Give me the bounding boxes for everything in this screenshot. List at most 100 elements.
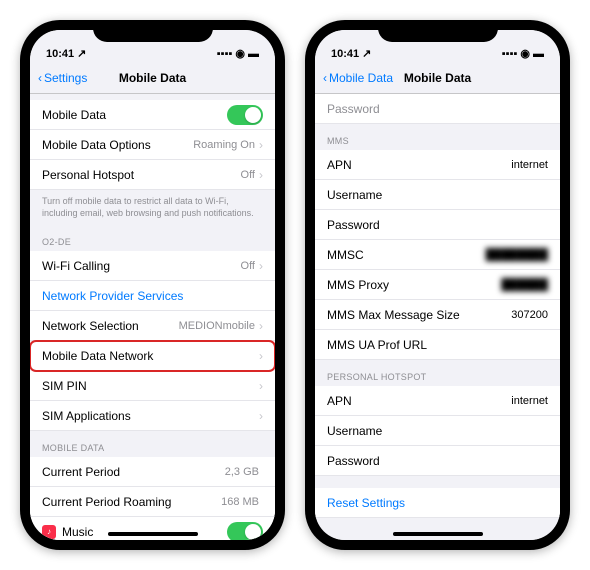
apn-value: internet [511, 395, 548, 407]
location-icon: ↗ [77, 47, 86, 60]
phone-left: 10:41 ↗ ▪▪▪▪ ◉ ▬ ‹ Settings Mobile Data … [20, 20, 285, 550]
roaming-value: 168 MB [221, 496, 259, 508]
mms-username-cell[interactable]: Username [315, 180, 560, 210]
screen-left: 10:41 ↗ ▪▪▪▪ ◉ ▬ ‹ Settings Mobile Data … [30, 30, 275, 540]
options-value: Roaming On [193, 139, 255, 151]
back-button[interactable]: ‹ Settings [38, 71, 87, 85]
mobile-data-group-label: MOBILE DATA [30, 431, 275, 457]
hotspot-label: Personal Hotspot [42, 168, 134, 182]
mobile-data-label: Mobile Data [42, 108, 106, 122]
apn-label: APN [327, 158, 352, 172]
mms-max-cell[interactable]: MMS Max Message Size 307200 [315, 300, 560, 330]
back-label: Mobile Data [329, 71, 393, 85]
current-period-roaming-cell[interactable]: Current Period Roaming 168 MB [30, 487, 275, 517]
mms-apn-cell[interactable]: APN internet [315, 150, 560, 180]
music-icon: ♪ [42, 525, 56, 539]
roaming-label: Current Period Roaming [42, 495, 171, 509]
nav-bar: ‹ Mobile Data Mobile Data [315, 62, 560, 94]
mms-proxy-cell[interactable]: MMS Proxy ██████ [315, 270, 560, 300]
wifi-calling-value: Off [241, 260, 255, 272]
content-right[interactable]: Password MMS APN internet Username Passw… [315, 94, 560, 540]
chevron-right-icon: › [259, 168, 263, 182]
wifi-calling-cell[interactable]: Wi-Fi Calling Off › [30, 251, 275, 281]
password-label: Password [327, 454, 380, 468]
page-title: Mobile Data [119, 71, 186, 85]
personal-hotspot-group-label: PERSONAL HOTSPOT [315, 360, 560, 386]
provider-services-label: Network Provider Services [42, 289, 183, 303]
help-text: Turn off mobile data to restrict all dat… [30, 190, 275, 225]
current-period-label: Current Period [42, 465, 120, 479]
chevron-left-icon: ‹ [38, 71, 42, 85]
network-selection-cell[interactable]: Network Selection MEDIONmobile › [30, 311, 275, 341]
hotspot-value: Off [241, 169, 255, 181]
sim-pin-cell[interactable]: SIM PIN › [30, 371, 275, 401]
wifi-icon: ◉ [520, 47, 530, 60]
current-period-cell[interactable]: Current Period 2,3 GB [30, 457, 275, 487]
mms-ua-cell[interactable]: MMS UA Prof URL [315, 330, 560, 360]
network-selection-value: MEDIONmobile [179, 320, 255, 332]
mms-group-label: MMS [315, 124, 560, 150]
password-cell-partial[interactable]: Password [315, 94, 560, 124]
back-label: Settings [44, 71, 87, 85]
notch [93, 20, 213, 42]
mobile-data-toggle[interactable] [227, 105, 263, 125]
sim-apps-cell[interactable]: SIM Applications › [30, 401, 275, 431]
home-indicator[interactable] [108, 532, 198, 536]
provider-services-cell[interactable]: Network Provider Services [30, 281, 275, 311]
notch [378, 20, 498, 42]
username-label: Username [327, 188, 382, 202]
signal-icon: ▪▪▪▪ [217, 48, 233, 60]
chevron-right-icon: › [259, 379, 263, 393]
location-icon: ↗ [362, 47, 371, 60]
phone-right: 10:41 ↗ ▪▪▪▪ ◉ ▬ ‹ Mobile Data Mobile Da… [305, 20, 570, 550]
mms-max-label: MMS Max Message Size [327, 308, 460, 322]
wifi-icon: ◉ [235, 47, 245, 60]
chevron-left-icon: ‹ [323, 71, 327, 85]
wifi-calling-label: Wi-Fi Calling [42, 259, 110, 273]
reset-label: Reset Settings [327, 496, 405, 510]
ph-password-cell[interactable]: Password [315, 446, 560, 476]
mms-max-value: 307200 [511, 309, 548, 321]
mmsc-label: MMSC [327, 248, 364, 262]
sim-apps-label: SIM Applications [42, 409, 131, 423]
password-label: Password [327, 102, 380, 116]
mms-password-cell[interactable]: Password [315, 210, 560, 240]
personal-hotspot-cell[interactable]: Personal Hotspot Off › [30, 160, 275, 190]
options-label: Mobile Data Options [42, 138, 151, 152]
content-left[interactable]: Mobile Data Mobile Data Options Roaming … [30, 94, 275, 540]
mobile-data-network-cell[interactable]: Mobile Data Network › [30, 341, 275, 371]
mobile-data-network-label: Mobile Data Network [42, 349, 153, 363]
chevron-right-icon: › [259, 138, 263, 152]
mms-ua-label: MMS UA Prof URL [327, 338, 427, 352]
status-time: 10:41 [331, 48, 359, 60]
screen-right: 10:41 ↗ ▪▪▪▪ ◉ ▬ ‹ Mobile Data Mobile Da… [315, 30, 560, 540]
reset-settings-cell[interactable]: Reset Settings [315, 488, 560, 518]
apn-value: internet [511, 159, 548, 171]
network-selection-label: Network Selection [42, 319, 139, 333]
mobile-data-options-cell[interactable]: Mobile Data Options Roaming On › [30, 130, 275, 160]
mms-proxy-value: ██████ [501, 279, 548, 291]
mms-proxy-label: MMS Proxy [327, 278, 389, 292]
page-title: Mobile Data [404, 71, 471, 85]
battery-icon: ▬ [248, 48, 259, 60]
chevron-right-icon: › [259, 319, 263, 333]
sim-pin-label: SIM PIN [42, 379, 87, 393]
mobile-data-toggle-cell[interactable]: Mobile Data [30, 100, 275, 130]
nav-bar: ‹ Settings Mobile Data [30, 62, 275, 94]
music-cell[interactable]: ♪ Music [30, 517, 275, 540]
ph-apn-cell[interactable]: APN internet [315, 386, 560, 416]
chevron-right-icon: › [259, 349, 263, 363]
carrier-group-label: O2-DE [30, 225, 275, 251]
username-label: Username [327, 424, 382, 438]
chevron-right-icon: › [259, 259, 263, 273]
ph-username-cell[interactable]: Username [315, 416, 560, 446]
chevron-right-icon: › [259, 409, 263, 423]
home-indicator[interactable] [393, 532, 483, 536]
music-toggle[interactable] [227, 522, 263, 540]
password-label: Password [327, 218, 380, 232]
apn-label: APN [327, 394, 352, 408]
signal-icon: ▪▪▪▪ [502, 48, 518, 60]
battery-icon: ▬ [533, 48, 544, 60]
back-button[interactable]: ‹ Mobile Data [323, 71, 393, 85]
mmsc-cell[interactable]: MMSC ████████ [315, 240, 560, 270]
